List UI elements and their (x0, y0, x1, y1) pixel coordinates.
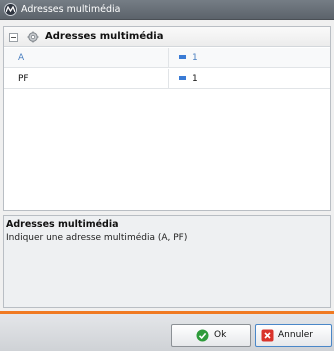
value-icon (179, 75, 186, 80)
property-value: 1 (192, 53, 198, 63)
description-text: Indiquer une adresse multimédia (A, PF) (6, 233, 188, 243)
ok-button[interactable]: Ok (171, 324, 251, 347)
property-row-a[interactable]: A 1 (4, 48, 330, 68)
collapse-toggle-icon[interactable] (9, 33, 18, 42)
app-logo-icon (4, 3, 17, 16)
gear-icon (27, 31, 39, 43)
property-grid: Adresses multimédia A 1 PF 1 (3, 26, 331, 211)
description-panel: Adresses multimédia Indiquer une adresse… (3, 215, 331, 308)
property-name: PF (18, 74, 29, 84)
dialog-window: Adresses multimédia Adresses multimédia … (0, 0, 334, 351)
property-value-field[interactable]: 1 (179, 74, 198, 84)
ok-button-label: Ok (214, 330, 227, 340)
property-name: A (18, 53, 25, 63)
property-value: 1 (192, 74, 198, 84)
checkmark-icon (196, 329, 209, 342)
cancel-button-label: Annuler (278, 330, 314, 340)
value-icon (179, 54, 186, 59)
cancel-button[interactable]: Annuler (255, 324, 332, 347)
window-title: Adresses multimédia (21, 4, 121, 15)
property-value-field[interactable]: 1 (179, 53, 198, 63)
column-divider (168, 48, 169, 67)
title-bar[interactable]: Adresses multimédia (0, 0, 334, 20)
column-divider (168, 69, 169, 88)
property-group-title: Adresses multimédia (45, 31, 164, 42)
property-row-pf[interactable]: PF 1 (4, 69, 330, 89)
close-icon (261, 329, 274, 342)
property-group-header[interactable]: Adresses multimédia (4, 27, 330, 47)
description-title: Adresses multimédia (6, 219, 119, 230)
